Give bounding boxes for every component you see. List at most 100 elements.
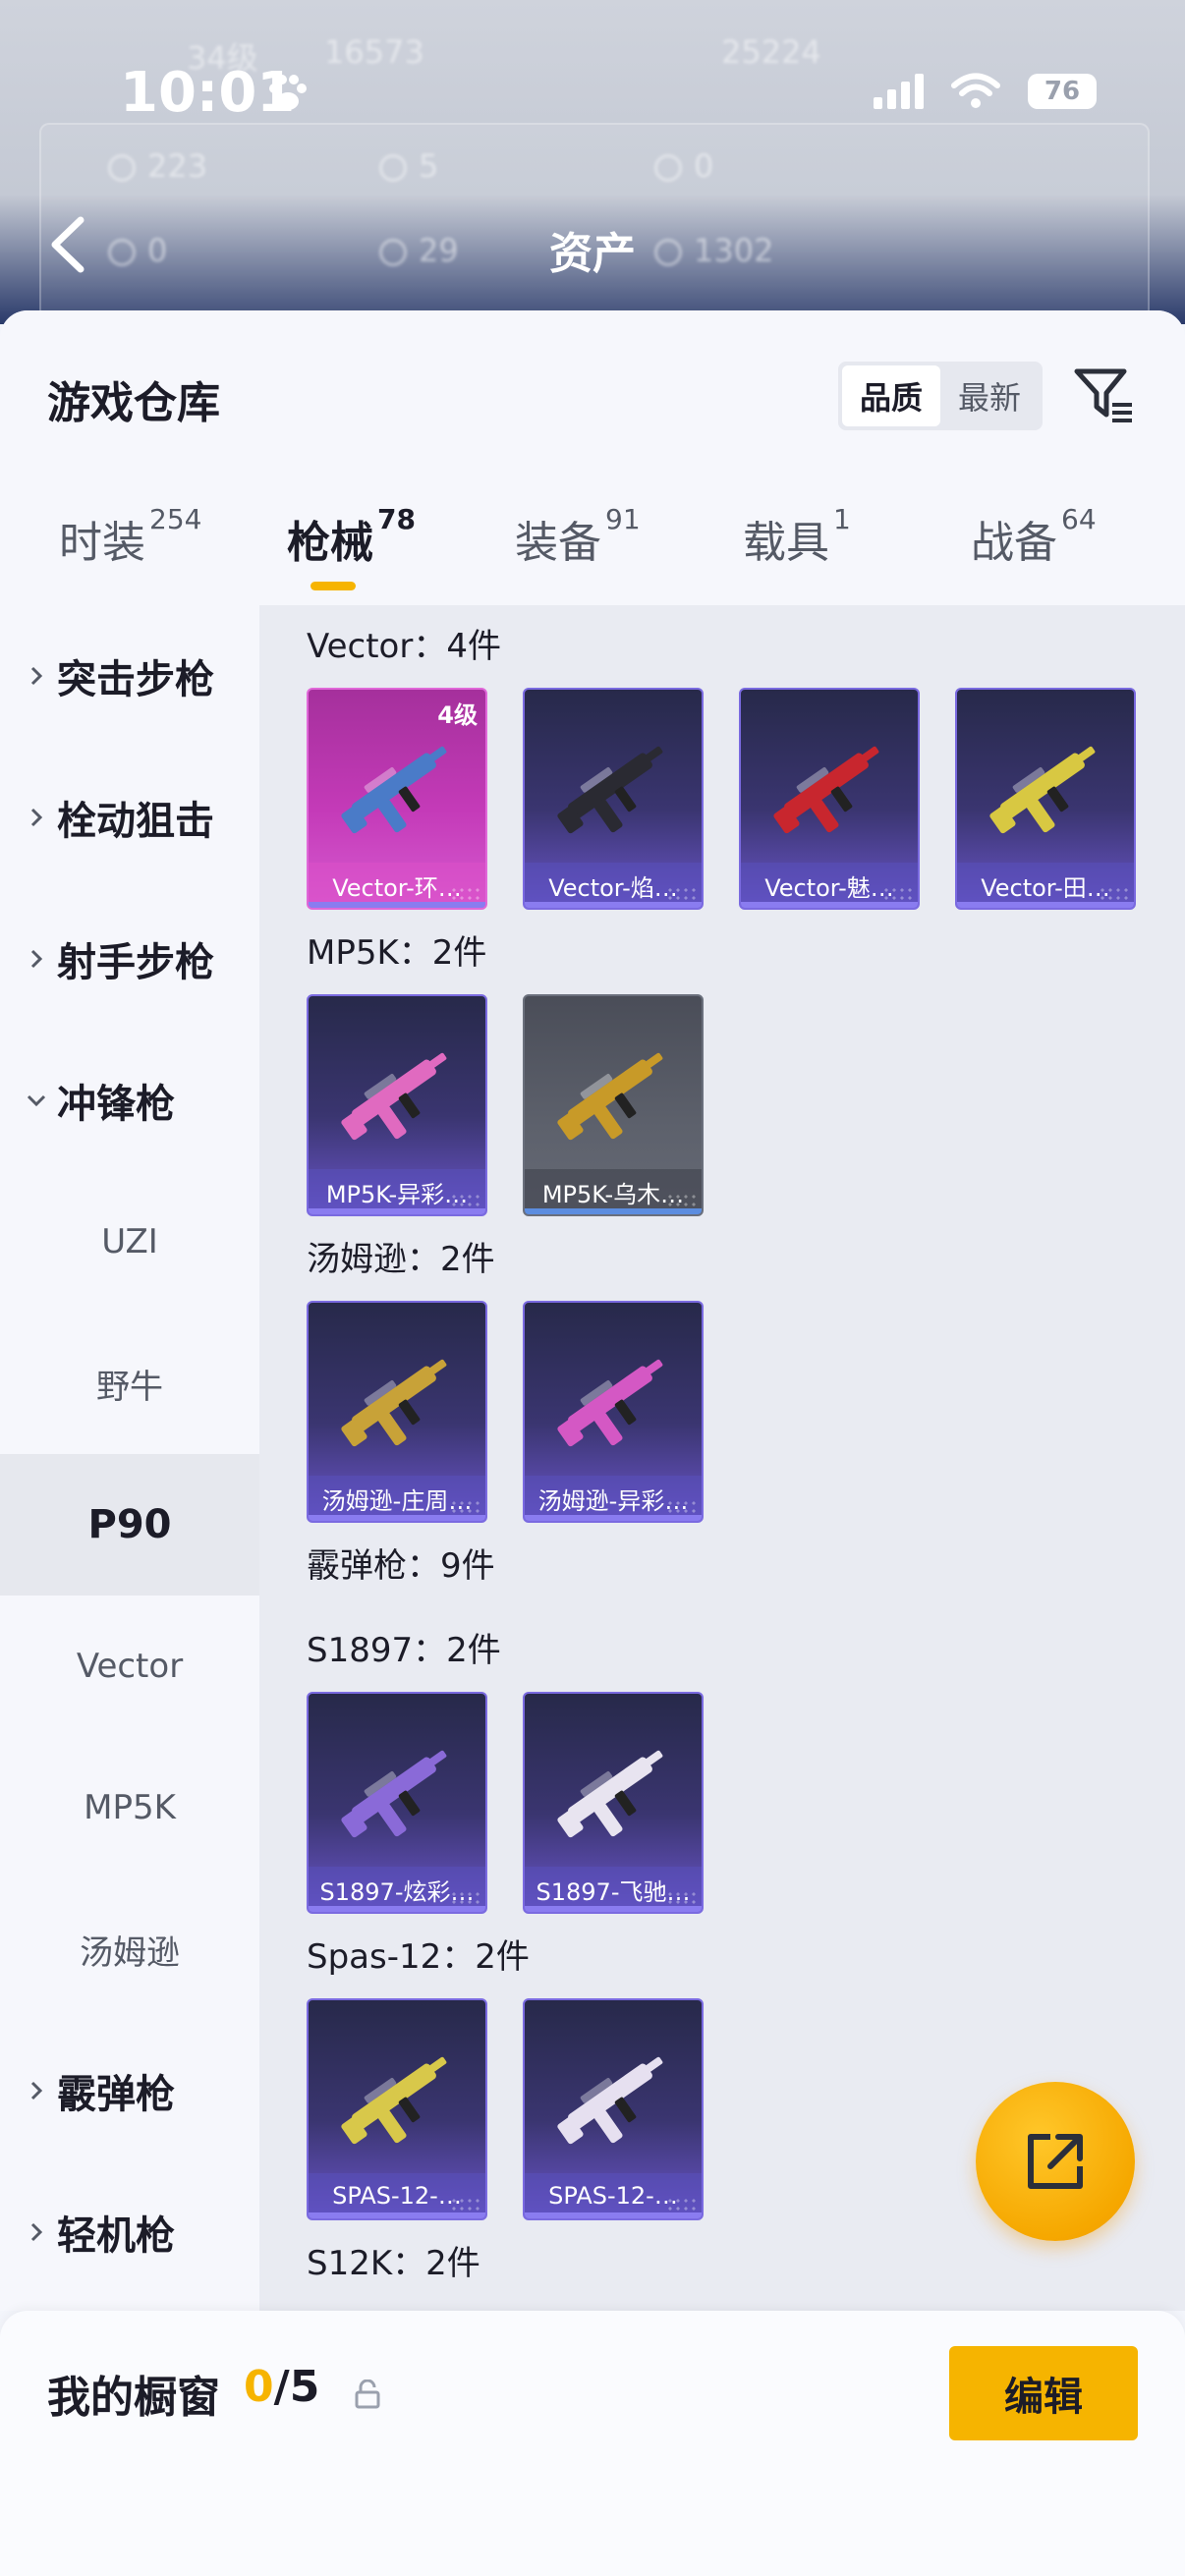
ghost-stat: 5 bbox=[379, 147, 438, 185]
sidebar-sub-uzi[interactable]: UZI bbox=[0, 1171, 259, 1313]
gun-icon bbox=[557, 746, 663, 834]
gun-icon bbox=[341, 1359, 447, 1447]
rarity-bar bbox=[741, 902, 918, 908]
weapon-card[interactable]: Vector-焰… bbox=[523, 688, 704, 910]
ghost-stat: 25224 bbox=[721, 33, 821, 71]
tab-guns[interactable]: 枪械 78 bbox=[287, 503, 416, 570]
sidebar-sub-p90[interactable]: P90 bbox=[0, 1454, 259, 1596]
sidebar-item-smg[interactable]: 冲锋枪 bbox=[0, 1030, 259, 1171]
gun-icon bbox=[557, 2056, 663, 2145]
weapon-type-sidebar: 突击步枪 栓动狙击 射手步枪 冲锋枪 UZI 野牛 P90 Vector MP5… bbox=[0, 605, 259, 2311]
sidebar-label: 突击步枪 bbox=[57, 657, 214, 702]
rarity-bar bbox=[525, 1906, 702, 1912]
ghost-stat: 0 bbox=[654, 147, 713, 185]
tab-gear[interactable]: 战备 64 bbox=[971, 503, 1097, 570]
card-pattern bbox=[666, 886, 696, 902]
gun-icon bbox=[341, 1750, 447, 1838]
active-tab-indicator bbox=[310, 582, 356, 590]
page-title: 资产 bbox=[549, 229, 636, 279]
sort-newest-button[interactable]: 最新 bbox=[940, 365, 1039, 426]
weapon-card[interactable]: 4级 Vector-环… bbox=[307, 688, 487, 910]
rarity-bar bbox=[309, 1208, 485, 1214]
weapon-card[interactable]: S1897-炫彩… bbox=[307, 1692, 487, 1914]
weapon-card[interactable]: Vector-魅… bbox=[739, 688, 920, 910]
share-button[interactable] bbox=[976, 2082, 1135, 2241]
stat-icon bbox=[654, 154, 682, 182]
sidebar-label: 栓动狙击 bbox=[57, 799, 214, 844]
edit-button[interactable]: 编辑 bbox=[949, 2346, 1138, 2440]
sort-toggle: 品质 最新 bbox=[838, 362, 1043, 430]
sidebar-item-lmg[interactable]: 轻机枪 bbox=[0, 2161, 259, 2303]
rarity-bar bbox=[525, 2212, 702, 2218]
showcase-title: 我的橱窗 bbox=[47, 2373, 220, 2423]
gun-icon bbox=[773, 746, 879, 834]
weapon-card[interactable]: MP5K-异彩… bbox=[307, 994, 487, 1216]
weapon-card[interactable]: SPAS-12-… bbox=[523, 1998, 704, 2220]
showcase-count: 0/5 bbox=[244, 2362, 320, 2412]
rarity-bar bbox=[309, 2212, 485, 2218]
section-title: MP5K：2件 bbox=[307, 933, 487, 973]
card-pattern bbox=[666, 2197, 696, 2212]
paw-icon bbox=[269, 75, 307, 110]
wifi-icon bbox=[951, 73, 1000, 108]
tab-equipment[interactable]: 装备 91 bbox=[515, 503, 641, 570]
sidebar-item-assault-rifle[interactable]: 突击步枪 bbox=[0, 605, 259, 747]
card-pattern bbox=[450, 2197, 480, 2212]
weapon-card[interactable]: Vector-田… bbox=[955, 688, 1136, 910]
rarity-bar bbox=[309, 1906, 485, 1912]
section-title: 霰弹枪：9件 bbox=[307, 1546, 495, 1586]
signal-icon bbox=[874, 74, 924, 109]
chevron-down-icon bbox=[27, 1094, 46, 1107]
category-tabs: 时装 254 枪械 78 装备 91 载具 1 战备 64 bbox=[0, 503, 1185, 605]
sheet-header: 游戏仓库 品质 最新 时装 254 枪械 78 装备 91 载具 1 战备 64 bbox=[0, 310, 1185, 605]
section-title: 汤姆逊：2件 bbox=[307, 1240, 495, 1279]
sidebar-label: 冲锋枪 bbox=[57, 1082, 175, 1127]
card-pattern bbox=[450, 1193, 480, 1208]
card-pattern bbox=[666, 1890, 696, 1906]
sidebar-item-shotgun[interactable]: 霰弹枪 bbox=[0, 2020, 259, 2161]
rarity-bar bbox=[525, 1208, 702, 1214]
rarity-bar bbox=[309, 1515, 485, 1521]
tab-fashion[interactable]: 时装 254 bbox=[59, 503, 201, 570]
sidebar-sub-thompson[interactable]: 汤姆逊 bbox=[0, 1878, 259, 2020]
share-icon bbox=[1028, 2134, 1083, 2189]
status-icons: 76 bbox=[874, 73, 1097, 110]
sidebar-item-bolt-sniper[interactable]: 栓动狙击 bbox=[0, 747, 259, 888]
weapon-card[interactable]: S1897-飞驰… bbox=[523, 1692, 704, 1914]
level-badge: 4级 bbox=[437, 701, 478, 729]
filter-icon[interactable] bbox=[1071, 362, 1136, 426]
tab-vehicles[interactable]: 载具 1 bbox=[743, 503, 851, 570]
gun-icon bbox=[557, 1052, 663, 1141]
sidebar-label: 轻机枪 bbox=[57, 2213, 175, 2259]
card-pattern bbox=[450, 1499, 480, 1515]
weapon-card[interactable]: MP5K-乌木… bbox=[523, 994, 704, 1216]
gun-icon bbox=[341, 746, 447, 834]
chevron-right-icon bbox=[30, 666, 43, 686]
section-title: Vector：4件 bbox=[307, 627, 501, 666]
chevron-right-icon bbox=[30, 2081, 43, 2100]
sidebar-label: 霰弹枪 bbox=[57, 2072, 175, 2117]
card-pattern bbox=[666, 1499, 696, 1515]
chevron-right-icon bbox=[30, 808, 43, 827]
weapon-grid: Vector：4件 4级 Vector-环… Vector-焰… Vector-魅… Ve… bbox=[259, 605, 1185, 2311]
showcase-bar: 我的橱窗 0/5 编辑 bbox=[0, 2311, 1185, 2576]
battery-indicator: 76 bbox=[1028, 74, 1097, 109]
sidebar-sub-bison[interactable]: 野牛 bbox=[0, 1313, 259, 1454]
sidebar-sub-vector[interactable]: Vector bbox=[0, 1596, 259, 1737]
rarity-bar bbox=[309, 902, 485, 908]
ghost-stat: 223 bbox=[108, 147, 207, 185]
gun-icon bbox=[341, 2056, 447, 2145]
rarity-bar bbox=[957, 902, 1134, 908]
sidebar-sub-mp5k[interactable]: MP5K bbox=[0, 1737, 259, 1878]
ghost-stat: 16573 bbox=[324, 33, 424, 71]
gun-icon bbox=[557, 1750, 663, 1838]
top-header: 34级 16573 25224 223 5 0 0 29 1302 10:01 … bbox=[0, 0, 1185, 324]
weapon-card[interactable]: 汤姆逊-异彩… bbox=[523, 1301, 704, 1523]
stat-icon bbox=[379, 154, 407, 182]
weapon-card[interactable]: SPAS-12-… bbox=[307, 1998, 487, 2220]
sort-quality-button[interactable]: 品质 bbox=[842, 365, 940, 426]
card-pattern bbox=[1099, 886, 1128, 902]
sidebar-item-marksman[interactable]: 射手步枪 bbox=[0, 888, 259, 1030]
rarity-bar bbox=[525, 1515, 702, 1521]
weapon-card[interactable]: 汤姆逊-庄周… bbox=[307, 1301, 487, 1523]
